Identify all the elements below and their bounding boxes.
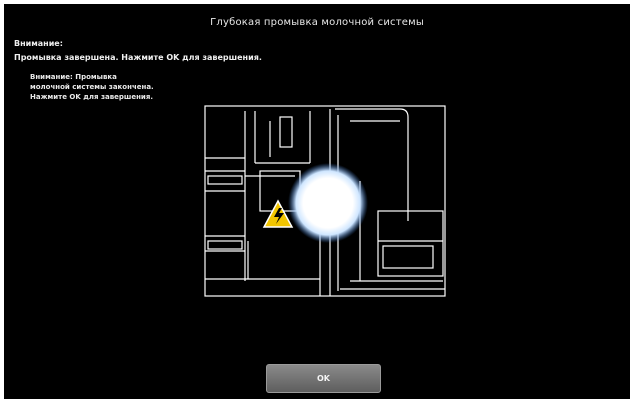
ok-button[interactable]: OK bbox=[266, 364, 381, 393]
callout-line: Внимание: Промывка bbox=[30, 73, 117, 81]
callout-text: Внимание: Промывка молочной системы зако… bbox=[30, 72, 210, 102]
touch-indicator bbox=[288, 163, 368, 243]
machine-outline bbox=[204, 105, 446, 297]
hazard-warning-icon bbox=[262, 199, 294, 228]
warning-label: Внимание: bbox=[14, 39, 63, 48]
callout-line: молочной системы закончена. bbox=[30, 83, 154, 91]
warning-message: Промывка завершена. Нажмите OK для завер… bbox=[14, 53, 262, 62]
machine-diagram bbox=[200, 101, 450, 301]
dialog-screen: Глубокая промывка молочной системы Внима… bbox=[4, 4, 630, 399]
callout-line: Нажмите OK для завершения. bbox=[30, 93, 153, 101]
dialog-title: Глубокая промывка молочной системы bbox=[210, 17, 424, 28]
